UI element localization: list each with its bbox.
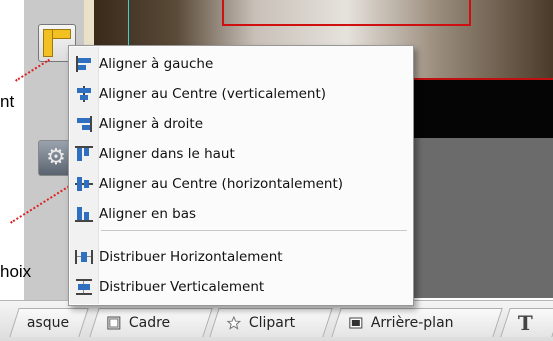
menu-item-label: Aligner au Centre (horizontalement): [99, 176, 344, 192]
menu-item-label: Distribuer Verticalement: [99, 279, 265, 295]
menu-item-align-center-horizontal[interactable]: Aligner au Centre (horizontalement): [73, 171, 409, 197]
tab-clipart[interactable]: Clipart: [209, 308, 333, 337]
star-icon: [226, 315, 242, 330]
tab-masque[interactable]: asque: [9, 308, 89, 337]
align-context-menu: Aligner à gauche Aligner au Centre (vert…: [68, 45, 414, 306]
tab-label: asque: [26, 315, 70, 331]
menu-item-label: Aligner à droite: [99, 116, 204, 132]
align-bottom-icon: [73, 203, 95, 225]
selection-frame: [222, 0, 471, 26]
menu-item-label: Aligner dans le haut: [99, 146, 235, 162]
background-text-fragment: hoix: [0, 262, 32, 281]
menu-item-distribute-horizontal[interactable]: Distribuer Horizontalement: [73, 244, 409, 270]
tab-label: Cadre: [128, 315, 171, 331]
menu-item-label: Aligner au Centre (verticalement): [99, 86, 327, 102]
menu-item-align-center-vertical[interactable]: Aligner au Centre (verticalement): [73, 81, 409, 107]
tab-cadre[interactable]: Cadre: [89, 308, 213, 337]
align-left-icon: [73, 53, 95, 75]
tab-label: Clipart: [248, 315, 296, 331]
distribute-vertical-icon: [73, 276, 95, 298]
align-center-horizontal-icon: [73, 173, 95, 195]
tab-label: Arrière-plan: [370, 315, 454, 331]
menu-item-label: Aligner en bas: [99, 206, 197, 222]
menu-item-align-left[interactable]: Aligner à gauche: [73, 51, 409, 77]
gear-icon: ⚙: [46, 145, 66, 170]
distribute-horizontal-icon: [73, 246, 95, 268]
menu-item-align-right[interactable]: Aligner à droite: [73, 111, 409, 137]
background-icon: [349, 316, 363, 330]
text-icon: T: [517, 311, 533, 335]
align-center-vertical-icon: [73, 83, 95, 105]
align-top-icon: [73, 143, 95, 165]
tab-text[interactable]: T: [500, 308, 553, 337]
align-right-icon: [73, 113, 95, 135]
menu-item-align-top[interactable]: Aligner dans le haut: [73, 141, 409, 167]
tab-arriere-plan[interactable]: Arrière-plan: [331, 308, 503, 337]
menu-separator: [101, 230, 407, 231]
menu-item-align-bottom[interactable]: Aligner en bas: [73, 201, 409, 227]
background-text-fragment: nt: [0, 92, 15, 111]
menu-item-label: Aligner à gauche: [99, 56, 214, 72]
menu-item-label: Distribuer Horizontalement: [99, 249, 283, 265]
frame-icon: [107, 316, 121, 330]
menu-item-distribute-vertical[interactable]: Distribuer Verticalement: [73, 274, 409, 300]
